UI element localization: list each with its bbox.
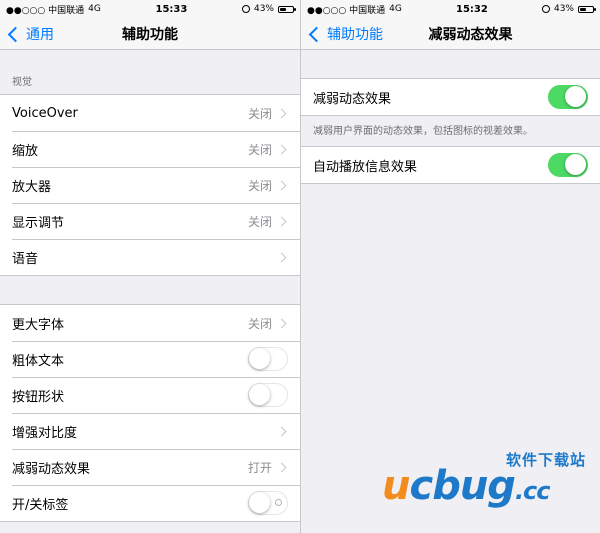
row-label: 语音	[12, 251, 39, 267]
toggle-knob	[565, 154, 586, 175]
row-auto-play-message-effects: 自动播放信息效果	[301, 147, 600, 183]
auto-play-group: 自动播放信息效果	[301, 146, 600, 184]
button-shapes-toggle[interactable]	[248, 383, 288, 407]
row-label: 显示调节	[12, 215, 65, 231]
battery-percent: 43%	[553, 4, 574, 14]
network-label: 4G	[389, 4, 402, 14]
chevron-right-icon	[276, 252, 287, 262]
row-speech[interactable]: 语音	[0, 239, 300, 275]
clock: 15:33	[155, 3, 188, 15]
chevron-left-icon	[7, 26, 24, 42]
row-label: 增强对比度	[12, 425, 78, 441]
battery-icon	[577, 5, 596, 13]
watermark-domain: .cc	[514, 477, 551, 505]
alarm-icon	[241, 5, 250, 13]
back-label: 通用	[26, 27, 54, 43]
watermark-brand: ucbug.cc	[382, 463, 551, 509]
navigation-bar: 辅助功能 减弱动态效果	[301, 18, 600, 50]
chevron-right-icon	[276, 426, 287, 436]
row-reduce-motion[interactable]: 减弱动态效果 打开	[0, 449, 300, 485]
carrier-label: ●●○○○ 中国联通	[6, 5, 85, 16]
row-value: 关闭	[247, 214, 272, 229]
row-bold-text: 粗体文本	[0, 341, 300, 377]
chevron-left-icon	[308, 26, 325, 42]
row-button-shapes: 按钮形状	[0, 377, 300, 413]
battery-percent: 43%	[253, 4, 274, 14]
chevron-right-icon	[276, 462, 287, 472]
row-value: 关闭	[247, 142, 272, 157]
row-voiceover[interactable]: VoiceOver 关闭	[0, 95, 300, 131]
row-label: 按钮形状	[12, 389, 65, 405]
status-bar: ●●○○○ 中国联通 4G 15:32 43%	[301, 0, 600, 18]
row-label: 更大字体	[12, 317, 65, 333]
row-larger-text[interactable]: 更大字体 关闭	[0, 305, 300, 341]
row-label: 粗体文本	[12, 353, 65, 369]
reduce-motion-description: 减弱用户界面的动态效果，包括图标的视差效果。	[313, 126, 533, 137]
chevron-right-icon	[276, 108, 287, 118]
navigation-bar: 通用 辅助功能	[0, 18, 300, 50]
row-zoom[interactable]: 缩放 关闭	[0, 131, 300, 167]
page-title: 减弱动态效果	[428, 26, 513, 43]
screenshot-composite: ●●○○○ 中国联通 4G 15:33 43% 通用 辅助功能 视觉 Voice…	[0, 0, 600, 533]
back-label: 辅助功能	[327, 27, 383, 43]
row-label: 放大器	[12, 179, 52, 195]
section-header-vision: 视觉	[12, 77, 32, 88]
text-group: 更大字体 关闭 粗体文本 按钮形状 增强对比度 减弱动态效果 打开 开/关标签	[0, 304, 300, 522]
watermark-u: u	[382, 463, 411, 509]
row-on-off-labels: 开/关标签	[0, 485, 300, 521]
network-label: 4G	[88, 4, 101, 14]
row-increase-contrast[interactable]: 增强对比度	[0, 413, 300, 449]
page-title: 辅助功能	[122, 26, 178, 43]
row-value: 关闭	[247, 316, 272, 331]
accessibility-screen: ●●○○○ 中国联通 4G 15:33 43% 通用 辅助功能 视觉 Voice…	[0, 0, 300, 533]
row-label: 开/关标签	[12, 497, 69, 513]
row-magnifier[interactable]: 放大器 关闭	[0, 167, 300, 203]
row-display-accommodations[interactable]: 显示调节 关闭	[0, 203, 300, 239]
chevron-right-icon	[276, 216, 287, 226]
row-value: 关闭	[247, 106, 272, 121]
back-button[interactable]: 辅助功能	[307, 18, 383, 50]
watermark-logo: 软件下载站 ucbug.cc	[382, 449, 592, 519]
toggle-knob	[249, 348, 270, 369]
toggle-knob	[249, 492, 270, 513]
chevron-right-icon	[276, 318, 287, 328]
row-label: 减弱动态效果	[12, 461, 91, 477]
row-value: 打开	[247, 460, 272, 475]
toggle-knob	[249, 384, 270, 405]
row-label: 减弱动态效果	[313, 91, 392, 107]
carrier-label: ●●○○○ 中国联通	[307, 5, 386, 16]
row-value: 关闭	[247, 178, 272, 193]
battery-icon	[277, 5, 296, 13]
status-bar: ●●○○○ 中国联通 4G 15:33 43%	[0, 0, 300, 18]
watermark-rest: cbug	[409, 463, 515, 509]
clock: 15:32	[455, 3, 488, 15]
chevron-right-icon	[276, 144, 287, 154]
back-button[interactable]: 通用	[6, 18, 54, 50]
row-label: VoiceOver	[12, 105, 78, 121]
bold-text-toggle[interactable]	[248, 347, 288, 371]
auto-play-toggle[interactable]	[548, 153, 588, 177]
chevron-right-icon	[276, 180, 287, 190]
on-off-labels-toggle[interactable]	[248, 491, 288, 515]
reduce-motion-toggle[interactable]	[548, 85, 588, 109]
reduce-motion-group: 减弱动态效果	[301, 78, 600, 116]
alarm-icon	[541, 5, 550, 13]
row-reduce-motion: 减弱动态效果	[301, 79, 600, 115]
off-label-ring-icon	[275, 499, 282, 506]
toggle-knob	[565, 86, 586, 107]
vision-group: VoiceOver 关闭 缩放 关闭 放大器 关闭 显示调节 关闭 语音	[0, 94, 300, 276]
row-label: 自动播放信息效果	[313, 159, 418, 175]
row-label: 缩放	[12, 143, 39, 159]
